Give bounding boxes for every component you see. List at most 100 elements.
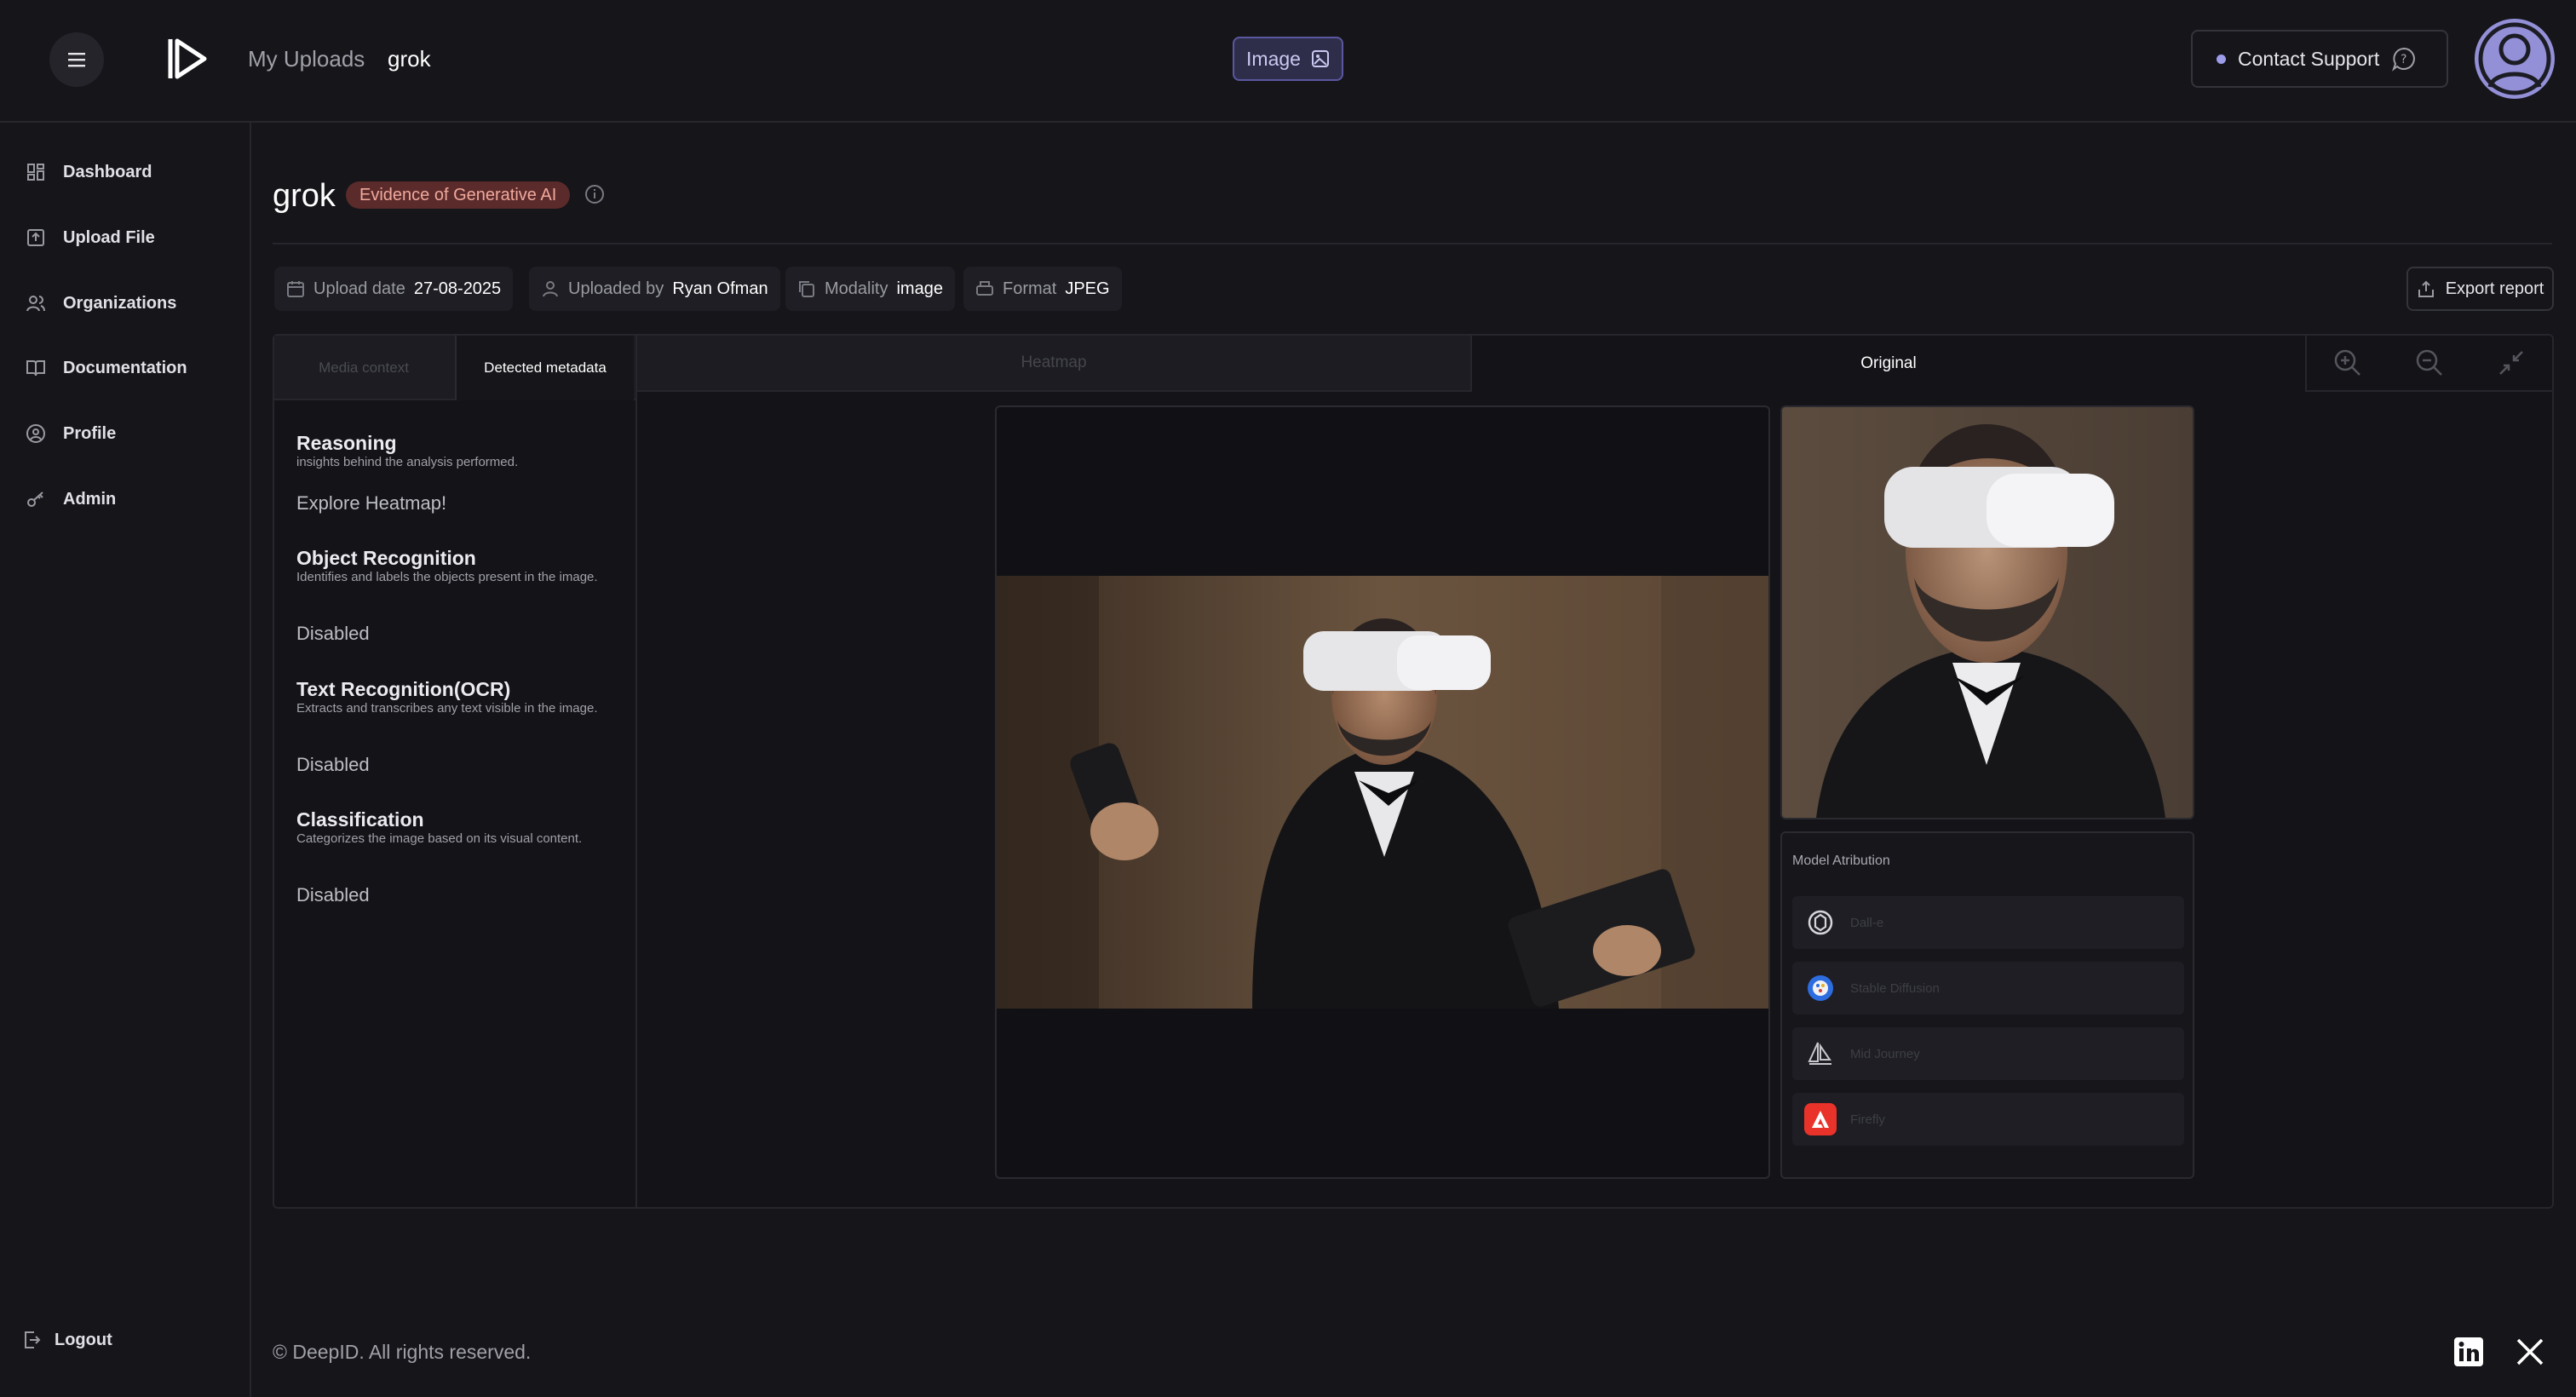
sidebar-item-profile[interactable]: Profile	[26, 417, 116, 451]
format-label: Format	[1003, 279, 1057, 298]
modality-value: image	[896, 279, 943, 298]
minimize-icon[interactable]	[2497, 348, 2526, 377]
chat-bubble-icon: ?	[2392, 47, 2416, 72]
attribution-title: Model Atribution	[1792, 854, 1890, 868]
logout-label: Logout	[55, 1330, 112, 1349]
svg-text:?: ?	[2401, 53, 2406, 66]
palette-icon	[1804, 972, 1837, 1004]
sidebar-item-label: Upload File	[63, 227, 155, 247]
sidebar-item-dashboard[interactable]: Dashboard	[26, 155, 152, 189]
tab-heatmap[interactable]: Heatmap	[637, 336, 1472, 392]
support-label: Contact Support	[2238, 47, 2380, 70]
section-title: Object Recognition	[296, 547, 476, 569]
image-mode-button[interactable]: Image	[1233, 37, 1343, 81]
section-description: Extracts and transcribes any text visibl…	[296, 701, 598, 716]
model-name: Firefly	[1850, 1112, 1885, 1127]
format-chip: Format JPEG	[963, 267, 1122, 311]
section-description: Identifies and labels the objects presen…	[296, 570, 598, 584]
model-name: Mid Journey	[1850, 1046, 1920, 1061]
ocr-status: Disabled	[296, 754, 370, 775]
status-dot	[2217, 54, 2226, 64]
tab-original[interactable]: Original	[1472, 336, 2305, 392]
tab-detected-metadata[interactable]: Detected metadata	[455, 336, 634, 400]
share-icon	[2418, 280, 2434, 297]
sidebar-item-admin[interactable]: Admin	[26, 482, 116, 516]
zoom-out-icon[interactable]	[2415, 348, 2444, 377]
hamburger-icon	[68, 53, 85, 67]
contact-support-button[interactable]: Contact Support ?	[2191, 30, 2448, 88]
section-title: Text Recognition(OCR)	[296, 678, 511, 700]
sidebar-item-upload-file[interactable]: Upload File	[26, 221, 155, 255]
section-title: Reasoning	[296, 432, 397, 454]
image-viewer[interactable]	[995, 405, 1770, 1179]
users-icon	[26, 296, 45, 312]
upload-date-label: Upload date	[313, 279, 405, 298]
uploaded-by-value: Ryan Ofman	[672, 279, 768, 298]
sailboat-icon	[1804, 1038, 1837, 1070]
section-description: insights behind the analysis performed.	[296, 455, 519, 469]
copy-icon	[799, 281, 814, 297]
model-row-firefly: Firefly	[1792, 1093, 2184, 1146]
user-circle-icon	[26, 424, 45, 443]
uploaded-by-label: Uploaded by	[568, 279, 664, 298]
sidebar-item-organizations[interactable]: Organizations	[26, 286, 176, 320]
divider	[273, 243, 2552, 244]
section-classification: Classification Categorizes the image bas…	[296, 808, 603, 847]
export-label: Export report	[2445, 279, 2544, 298]
upload-date-chip: Upload date 27-08-2025	[274, 267, 514, 311]
x-twitter-icon[interactable]	[2515, 1337, 2545, 1367]
model-row-midjourney: Mid Journey	[1792, 1027, 2184, 1080]
object-recognition-status: Disabled	[296, 623, 370, 644]
breadcrumb-current: grok	[388, 46, 431, 72]
sidebar-item-documentation[interactable]: Documentation	[26, 351, 187, 385]
linkedin-icon[interactable]	[2453, 1337, 2484, 1367]
model-name: Stable Diffusion	[1850, 980, 1940, 996]
model-row-dalle: Dall-e	[1792, 896, 2184, 949]
info-icon[interactable]	[584, 184, 605, 204]
left-tab-bar: Media context Detected metadata	[274, 336, 635, 400]
view-tab-bar: Heatmap Original	[637, 336, 2552, 392]
model-name: Dall-e	[1850, 915, 1884, 930]
section-reasoning: Reasoning insights behind the analysis p…	[296, 431, 603, 470]
copyright-text: © DeepID. All rights reserved.	[273, 1341, 532, 1363]
thumbnail-graphic	[1782, 407, 2193, 818]
explore-heatmap-link[interactable]: Explore Heatmap!	[296, 492, 446, 515]
sidebar-item-label: Documentation	[63, 358, 187, 377]
menu-button[interactable]	[49, 32, 104, 87]
zoom-in-icon[interactable]	[2333, 348, 2362, 377]
mode-label: Image	[1246, 47, 1301, 70]
upload-date-value: 27-08-2025	[413, 279, 502, 298]
book-icon	[26, 360, 45, 377]
calendar-icon	[287, 281, 304, 297]
status-badge: Evidence of Generative AI	[346, 181, 571, 209]
avatar[interactable]	[2475, 19, 2555, 99]
user-avatar-icon	[2478, 22, 2551, 95]
section-title: Classification	[296, 808, 424, 831]
classification-status: Disabled	[296, 884, 370, 905]
section-description: Categorizes the image based on its visua…	[296, 831, 583, 846]
model-attribution-panel: Model Atribution Dall-e Stable Diffusion…	[1780, 831, 2194, 1179]
analysis-panel: Media context Detected metadata Reasonin…	[273, 334, 2554, 1209]
uploaded-image	[997, 576, 1768, 1009]
deepid-logo-icon[interactable]	[167, 37, 208, 80]
sidebar-item-label: Dashboard	[63, 162, 152, 181]
openai-icon	[1804, 906, 1837, 939]
sidebar-item-label: Profile	[63, 423, 117, 443]
logout-button[interactable]: Logout	[22, 1330, 112, 1350]
key-icon	[27, 492, 43, 507]
tab-media-context[interactable]: Media context	[274, 336, 453, 400]
upload-icon	[27, 229, 44, 246]
section-object-recognition: Object Recognition Identifies and labels…	[296, 546, 603, 585]
user-icon	[543, 281, 558, 297]
printer-icon	[976, 281, 993, 296]
column-divider	[635, 336, 637, 1207]
thumbnail-image[interactable]	[1780, 405, 2194, 819]
format-value: JPEG	[1065, 279, 1110, 298]
modality-chip: Modality image	[785, 267, 955, 311]
zoom-toolbar	[2305, 336, 2552, 392]
section-text-recognition: Text Recognition(OCR) Extracts and trans…	[296, 677, 603, 716]
breadcrumb-my-uploads[interactable]: My Uploads	[248, 44, 365, 73]
page-title: grok	[273, 178, 336, 214]
top-header: My Uploads grok Image Contact Support ?	[0, 0, 2576, 123]
export-report-button[interactable]: Export report	[2406, 267, 2554, 311]
